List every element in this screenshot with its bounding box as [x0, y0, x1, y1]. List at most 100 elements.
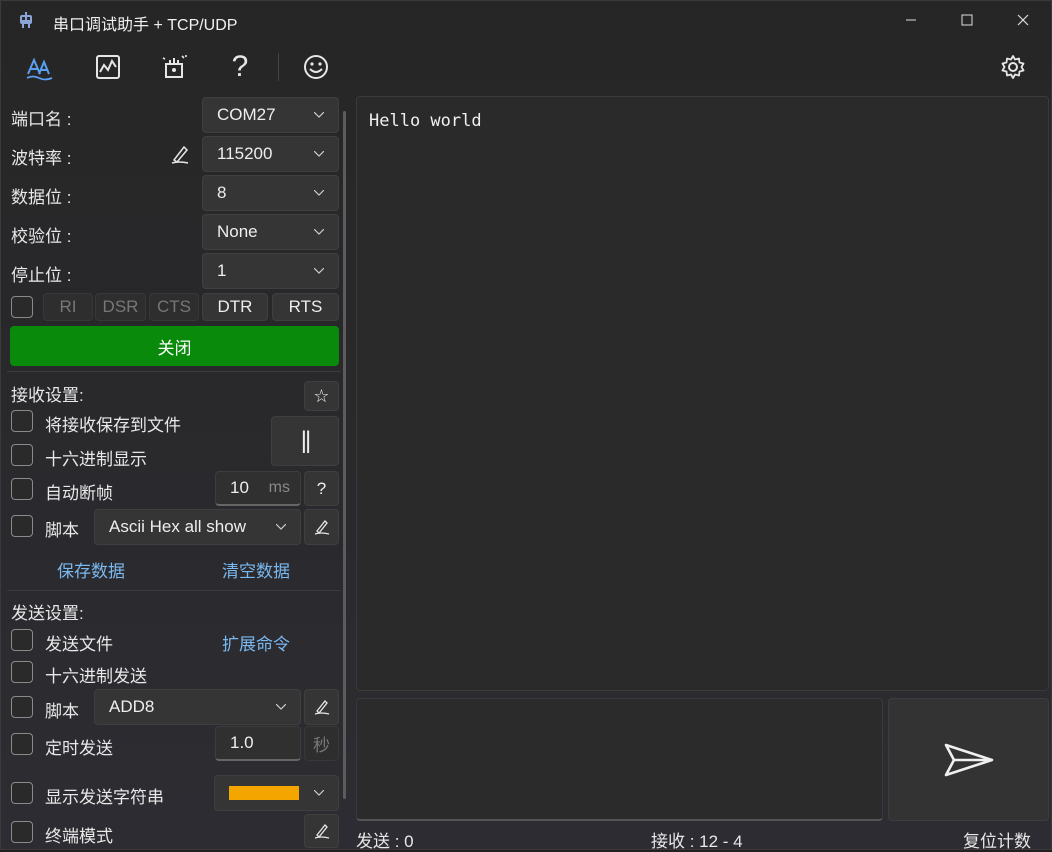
text-mode-button[interactable] [20, 47, 60, 87]
baud-select[interactable]: 115200 [202, 136, 339, 172]
close-window-button[interactable] [995, 1, 1051, 39]
timer-unit: 秒 [304, 726, 339, 761]
send-script-value: ADD8 [109, 697, 155, 716]
received-count: 接收 : 12 - 4 [651, 832, 743, 851]
receive-script-checkbox[interactable] [11, 515, 33, 537]
send-script-checkbox[interactable] [11, 696, 33, 718]
maximize-button[interactable] [939, 1, 995, 39]
hex-display-label: 十六进制显示 [45, 450, 147, 469]
timer-interval-input[interactable]: 1.0 [215, 726, 301, 761]
title-bar: 串口调试助手 + TCP/UDP [1, 1, 1051, 39]
hex-send-label: 十六进制发送 [45, 667, 147, 686]
app-window: 串口调试助手 + TCP/UDP ? 端口名: COM27 波特率: 115… [0, 0, 1052, 852]
cts-indicator: CTS [149, 293, 199, 321]
open-close-port-button[interactable]: 关闭 [10, 326, 339, 366]
toolbar-divider [278, 53, 279, 81]
receive-script-value: Ascii Hex all show [109, 517, 246, 536]
send-settings-header: 发送设置: [11, 604, 84, 623]
edit-send-script-button[interactable] [304, 689, 339, 725]
magic-wand-button[interactable] [155, 47, 195, 87]
send-file-checkbox[interactable] [11, 629, 33, 651]
settings-button[interactable] [993, 47, 1033, 87]
edit-receive-script-button[interactable] [304, 509, 339, 545]
save-to-file-label: 将接收保存到文件 [45, 416, 181, 435]
send-color-swatch [229, 786, 299, 800]
help-button[interactable]: ? [220, 47, 260, 87]
frame-timeout-input[interactable]: 10 ms [215, 471, 301, 506]
pause-button[interactable]: || [271, 416, 339, 466]
chevron-down-icon [314, 190, 324, 196]
port-value: COM27 [217, 105, 276, 124]
stopbits-label: 停止位 : [11, 266, 72, 285]
stopbits-select[interactable]: 1 [202, 253, 339, 289]
star-icon: ☆ [313, 385, 330, 406]
databits-value: 8 [217, 183, 227, 202]
rts-button[interactable]: RTS [272, 293, 339, 321]
send-input[interactable] [356, 698, 883, 821]
app-icon [20, 12, 32, 28]
left-panel-scrollbar[interactable] [343, 111, 346, 799]
close-icon [1017, 14, 1029, 26]
databits-select[interactable]: 8 [202, 175, 339, 211]
parity-select[interactable]: None [202, 214, 339, 250]
minimize-button[interactable] [883, 1, 939, 39]
dtr-button[interactable]: DTR [202, 293, 268, 321]
send-color-picker[interactable] [214, 775, 339, 811]
pen-icon [314, 700, 329, 715]
gear-icon [1001, 55, 1025, 79]
terminal-mode-edit-button[interactable] [304, 814, 339, 848]
minimize-icon [906, 19, 916, 21]
port-select[interactable]: COM27 [202, 97, 339, 133]
baud-value: 115200 [217, 144, 273, 163]
chart-button[interactable] [88, 47, 128, 87]
send-script-select[interactable]: ADD8 [94, 689, 301, 725]
chart-icon [96, 55, 120, 79]
save-to-file-checkbox[interactable] [11, 410, 33, 432]
smiley-icon [304, 55, 328, 79]
timer-interval-value: 1.0 [230, 733, 254, 752]
window-title: 串口调试助手 + TCP/UDP [53, 17, 238, 34]
signal-checkbox[interactable] [11, 296, 33, 318]
send-button[interactable] [888, 698, 1049, 821]
hex-send-checkbox[interactable] [11, 661, 33, 683]
clear-data-link[interactable]: 清空数据 [222, 557, 290, 582]
terminal-mode-label: 终端模式 [45, 827, 113, 846]
toolbar: ? [1, 41, 1051, 93]
timer-send-checkbox[interactable] [11, 733, 33, 755]
databits-label: 数据位 : [11, 188, 72, 207]
parity-label: 校验位 : [11, 227, 72, 246]
maximize-icon [961, 14, 973, 26]
send-file-label: 发送文件 [45, 635, 113, 654]
show-send-string-label: 显示发送字符串 [45, 788, 164, 807]
smiley-button[interactable] [296, 47, 336, 87]
stopbits-value: 1 [217, 261, 227, 280]
receive-script-select[interactable]: Ascii Hex all show [94, 509, 301, 545]
extended-commands-link[interactable]: 扩展命令 [222, 630, 290, 655]
chevron-down-icon [314, 268, 324, 274]
baud-label: 波特率 : [11, 149, 72, 168]
receive-settings-header: 接收设置: [11, 386, 84, 405]
help-icon: ? [316, 478, 327, 498]
auto-frame-label: 自动断帧 [45, 484, 113, 503]
pen-icon [314, 520, 329, 535]
hex-display-checkbox[interactable] [11, 444, 33, 466]
send-icon [944, 743, 993, 776]
show-send-string-checkbox[interactable] [11, 782, 33, 804]
ri-indicator: RI [43, 293, 93, 321]
frame-timeout-value: 10 [230, 478, 249, 497]
dsr-indicator: DSR [95, 293, 146, 321]
frame-help-button[interactable]: ? [304, 471, 339, 506]
chevron-down-icon [276, 524, 286, 530]
parity-value: None [217, 222, 258, 241]
save-data-link[interactable]: 保存数据 [57, 557, 125, 582]
terminal-mode-checkbox[interactable] [11, 821, 33, 843]
receive-text-area[interactable]: Hello world [356, 96, 1049, 691]
divider [7, 590, 341, 591]
help-icon: ? [231, 50, 249, 83]
favorite-button[interactable]: ☆ [304, 381, 339, 411]
frame-unit: ms [268, 479, 290, 496]
pen-icon[interactable] [169, 143, 191, 165]
text-mode-icon [26, 57, 53, 81]
auto-frame-checkbox[interactable] [11, 478, 33, 500]
reset-count-link[interactable]: 复位计数 [963, 827, 1031, 852]
